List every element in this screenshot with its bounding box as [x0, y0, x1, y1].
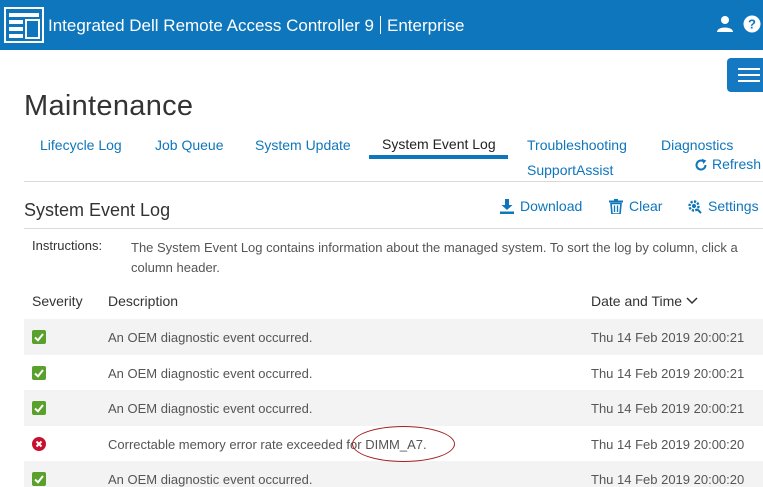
- row-description: An OEM diagnostic event occurred.: [108, 472, 313, 487]
- column-header-datetime[interactable]: Date and Time: [591, 293, 698, 309]
- hamburger-icon-bar: [738, 80, 760, 82]
- ok-status-icon: [32, 330, 46, 344]
- table-row[interactable]: An OEM diagnostic event occurred. Thu 14…: [24, 461, 763, 487]
- row-datetime: Thu 14 Feb 2019 20:00:21: [591, 330, 745, 345]
- download-label: Download: [520, 198, 583, 214]
- tab-system-update[interactable]: System Update: [255, 137, 351, 153]
- settings-button[interactable]: Settings: [686, 198, 759, 214]
- menu-button[interactable]: [727, 58, 763, 92]
- refresh-icon: [695, 158, 707, 171]
- row-datetime: Thu 14 Feb 2019 20:00:21: [591, 366, 745, 381]
- download-button[interactable]: Download: [500, 198, 582, 214]
- row-datetime: Thu 14 Feb 2019 20:00:21: [591, 401, 745, 416]
- tabs-divider: [24, 181, 763, 182]
- row-datetime: Thu 14 Feb 2019 20:00:20: [591, 472, 745, 487]
- table-row[interactable]: An OEM diagnostic event occurred. Thu 14…: [24, 355, 763, 391]
- settings-label: Settings: [708, 198, 759, 214]
- settings-gear-icon: [688, 200, 702, 214]
- title-separator: [380, 16, 381, 34]
- refresh-label: Refresh: [712, 156, 762, 172]
- server-logo-icon: [4, 7, 44, 43]
- instructions-text: The System Event Log contains informatio…: [131, 240, 738, 275]
- tab-system-event-log[interactable]: System Event Log: [382, 136, 496, 152]
- ok-status-icon: [32, 366, 46, 380]
- critical-status-icon: [32, 437, 46, 451]
- ok-status-icon: [32, 472, 46, 486]
- column-header-description[interactable]: Description: [108, 293, 178, 309]
- svg-text:?: ?: [748, 17, 756, 32]
- section-divider: [24, 228, 763, 229]
- tab-diagnostics[interactable]: Diagnostics: [661, 137, 733, 153]
- column-header-severity[interactable]: Severity: [32, 293, 83, 309]
- clear-label: Clear: [629, 198, 663, 214]
- section-title: System Event Log: [24, 200, 171, 220]
- table-row[interactable]: An OEM diagnostic event occurred. Thu 14…: [24, 390, 763, 426]
- row-datetime: Thu 14 Feb 2019 20:00:20: [591, 437, 745, 452]
- active-tab-indicator: [369, 155, 508, 159]
- row-description: An OEM diagnostic event occurred.: [108, 401, 313, 416]
- table-row[interactable]: An OEM diagnostic event occurred. Thu 14…: [24, 319, 763, 355]
- user-icon[interactable]: [716, 15, 734, 33]
- download-icon: [500, 199, 514, 214]
- page-title: Maintenance: [24, 90, 194, 122]
- help-icon[interactable]: ?: [743, 15, 761, 33]
- table-row[interactable]: Correctable memory error rate exceeded f…: [24, 426, 763, 462]
- instructions-label: Instructions:: [32, 238, 103, 253]
- app-title: Integrated Dell Remote Access Controller…: [48, 16, 464, 36]
- tab-troubleshooting[interactable]: Troubleshooting: [527, 137, 627, 153]
- row-description: Correctable memory error rate exceeded f…: [108, 437, 427, 452]
- tab-job-queue[interactable]: Job Queue: [155, 137, 224, 153]
- row-description: An OEM diagnostic event occurred.: [108, 330, 313, 345]
- chevron-down-icon: [686, 297, 698, 305]
- top-banner: Integrated Dell Remote Access Controller…: [0, 0, 763, 50]
- tab-supportassist[interactable]: SupportAssist: [527, 162, 613, 178]
- product-name: Integrated Dell Remote Access Controller…: [48, 16, 374, 35]
- refresh-button[interactable]: Refresh: [694, 156, 761, 172]
- clear-button[interactable]: Clear: [609, 198, 663, 215]
- ok-status-icon: [32, 401, 46, 415]
- tab-lifecycle-log[interactable]: Lifecycle Log: [40, 137, 122, 153]
- row-description: An OEM diagnostic event occurred.: [108, 366, 313, 381]
- hamburger-icon-bar: [738, 68, 760, 70]
- hamburger-icon-bar: [738, 74, 760, 76]
- datetime-header-label: Date and Time: [591, 293, 683, 309]
- trash-icon: [609, 199, 623, 215]
- edition-name: Enterprise: [387, 16, 465, 35]
